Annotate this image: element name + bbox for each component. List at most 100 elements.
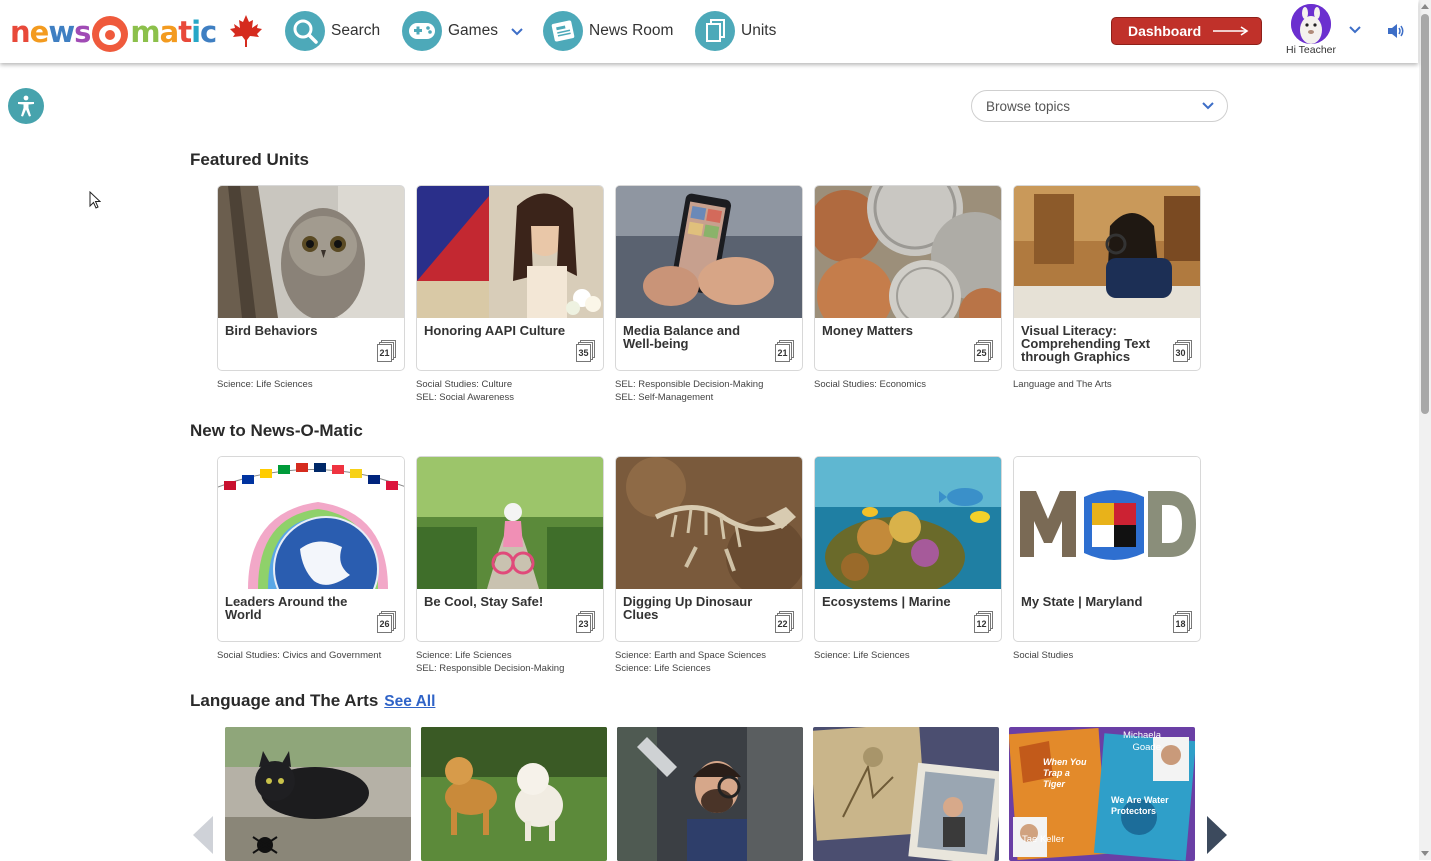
carousel-prev-arrow-icon[interactable] xyxy=(193,816,213,854)
unit-subjects: Science: Life Sciences xyxy=(217,378,313,391)
gamepad-icon xyxy=(402,11,442,51)
section-title-new-to-news-o-matic: New to News-O-Matic xyxy=(190,421,363,440)
news-o-matic-logo[interactable]: news matic xyxy=(10,8,217,56)
article-count: 30 xyxy=(1173,344,1188,362)
nav-search[interactable]: Search xyxy=(285,10,380,52)
unit-card-my-state-maryland[interactable]: My State | Maryland 18 xyxy=(1013,456,1201,642)
subject-tag: Science: Life Sciences xyxy=(217,379,313,390)
logo-letter: t xyxy=(178,15,192,49)
unit-card-be-cool-stay-safe[interactable]: Be Cool, Stay Safe! 23 xyxy=(416,456,604,642)
logo-letter: w xyxy=(48,15,75,49)
logo-letter: a xyxy=(159,15,180,49)
scroll-thumb[interactable] xyxy=(1421,14,1429,414)
unit-subjects: Social Studies: Culture SEL: Social Aware… xyxy=(416,378,514,404)
article-count: 21 xyxy=(775,344,790,362)
unit-image-reef xyxy=(815,457,1001,589)
scroll-down-arrow-icon[interactable] xyxy=(1421,851,1429,856)
article-count-badge: 21 xyxy=(376,340,396,362)
subject-tag: Social Studies: Civics and Government xyxy=(217,650,382,661)
browse-topics-label: Browse topics xyxy=(986,98,1071,114)
unit-subjects: Language and The Arts xyxy=(1013,378,1112,391)
browse-topics-dropdown[interactable]: Browse topics xyxy=(971,90,1228,122)
unit-image-magnifier xyxy=(1014,186,1200,318)
speaker-icon[interactable] xyxy=(1386,23,1406,39)
article-card-sand-art[interactable] xyxy=(813,727,999,861)
logo-letter: c xyxy=(200,15,217,49)
unit-card-honoring-aapi-culture[interactable]: Honoring AAPI Culture 35 xyxy=(416,185,604,371)
article-count: 26 xyxy=(377,615,392,633)
unit-title: My State | Maryland xyxy=(1021,594,1143,609)
accessibility-icon xyxy=(18,95,34,117)
article-count-badge: 30 xyxy=(1172,340,1192,362)
scroll-up-arrow-icon[interactable] xyxy=(1421,4,1429,9)
accessibility-button[interactable] xyxy=(8,88,44,124)
nav-units[interactable]: Units xyxy=(695,10,776,52)
subject-tag: Science: Life Sciences xyxy=(814,650,910,661)
article-count: 35 xyxy=(576,344,591,362)
units-icon xyxy=(695,11,735,51)
arrow-right-icon xyxy=(1213,26,1249,36)
nav-games[interactable]: Games xyxy=(402,10,524,52)
article-card-dogs[interactable] xyxy=(421,727,607,861)
article-count-badge: 18 xyxy=(1172,611,1192,633)
article-card-black-cat[interactable] xyxy=(225,727,411,861)
unit-subjects: Science: Life Sciences SEL: Responsible D… xyxy=(416,649,564,675)
avatar[interactable] xyxy=(1291,4,1331,44)
article-count: 12 xyxy=(974,615,989,633)
unit-image-phone xyxy=(616,186,802,318)
book-author-name: Tae Keller xyxy=(1022,834,1065,845)
nav-news-room-label: News Room xyxy=(589,22,674,39)
chevron-down-icon[interactable] xyxy=(1348,25,1362,34)
logo-mascot-icon xyxy=(92,16,129,52)
maple-leaf-icon[interactable] xyxy=(228,13,264,49)
book-author-name: Michaela Goade xyxy=(1122,730,1161,753)
unit-subjects: Social Studies xyxy=(1013,649,1073,662)
section-title-featured-units: Featured Units xyxy=(190,150,310,169)
unit-title: Visual Literacy: Comprehending Text thro… xyxy=(1021,323,1151,364)
article-card-books[interactable]: Michaela Goade Tae Keller When You Trap … xyxy=(1009,727,1195,861)
subject-tag: Science: Earth and Space Sciences xyxy=(615,650,767,661)
unit-card-bird-behaviors[interactable]: Bird Behaviors 21 xyxy=(217,185,405,371)
article-count: 18 xyxy=(1173,615,1188,633)
article-count-badge: 23 xyxy=(575,611,595,633)
subject-tag: Social Studies: Culture xyxy=(416,379,513,390)
unit-card-leaders-around-the-world[interactable]: Leaders Around the World 26 xyxy=(217,456,405,642)
unit-title: Honoring AAPI Culture xyxy=(424,323,566,338)
article-count-badge: 35 xyxy=(575,340,595,362)
logo-letter: e xyxy=(29,15,50,49)
dashboard-button[interactable]: Dashboard xyxy=(1111,17,1262,45)
carousel-next-arrow-icon[interactable] xyxy=(1207,816,1227,854)
unit-title: Digging Up Dinosaur Clues xyxy=(623,594,753,622)
section-title-language-and-the-arts: Language and The Arts See All xyxy=(190,691,435,711)
page-scrollbar[interactable] xyxy=(1419,0,1431,860)
nav-units-label: Units xyxy=(741,22,777,39)
unit-image-bike xyxy=(417,457,603,589)
unit-title: Ecosystems | Marine xyxy=(822,594,951,609)
logo-letter: n xyxy=(10,15,31,49)
subject-tag: SEL: Social Awareness xyxy=(416,392,515,403)
unit-card-ecosystems-marine[interactable]: Ecosystems | Marine 12 xyxy=(814,456,1002,642)
subject-tag: Science: Life Sciences xyxy=(615,663,711,674)
unit-subjects: Science: Earth and Space Sciences Science… xyxy=(615,649,766,675)
book-title: We Are Water Protectors xyxy=(1111,795,1169,816)
chevron-down-icon[interactable] xyxy=(510,27,524,36)
article-count-badge: 21 xyxy=(774,340,794,362)
unit-image-maryland xyxy=(1014,457,1200,589)
article-card-magnifying-glass[interactable] xyxy=(617,727,803,861)
unit-image-aapi xyxy=(417,186,603,318)
unit-card-digging-up-dinosaur-clues[interactable]: Digging Up Dinosaur Clues 22 xyxy=(615,456,803,642)
unit-title: Bird Behaviors xyxy=(225,323,318,338)
article-count: 22 xyxy=(775,615,790,633)
unit-title: Be Cool, Stay Safe! xyxy=(424,594,544,609)
unit-subjects: Science: Life Sciences xyxy=(814,649,910,662)
nav-news-room[interactable]: News Room xyxy=(543,10,673,52)
unit-subjects: SEL: Responsible Decision-Making SEL: Sel… xyxy=(615,378,763,404)
unit-card-money-matters[interactable]: Money Matters 25 xyxy=(814,185,1002,371)
unit-card-media-balance[interactable]: Media Balance and Well-being 21 xyxy=(615,185,803,371)
top-nav-bar: news matic Search Games News Room Units D… xyxy=(0,0,1418,63)
unit-card-visual-literacy[interactable]: Visual Literacy: Comprehending Text thro… xyxy=(1013,185,1201,371)
see-all-link[interactable]: See All xyxy=(384,693,435,710)
subject-tag: SEL: Responsible Decision-Making xyxy=(416,663,565,674)
logo-letter: m xyxy=(130,15,160,49)
unit-image-owl xyxy=(218,186,404,318)
